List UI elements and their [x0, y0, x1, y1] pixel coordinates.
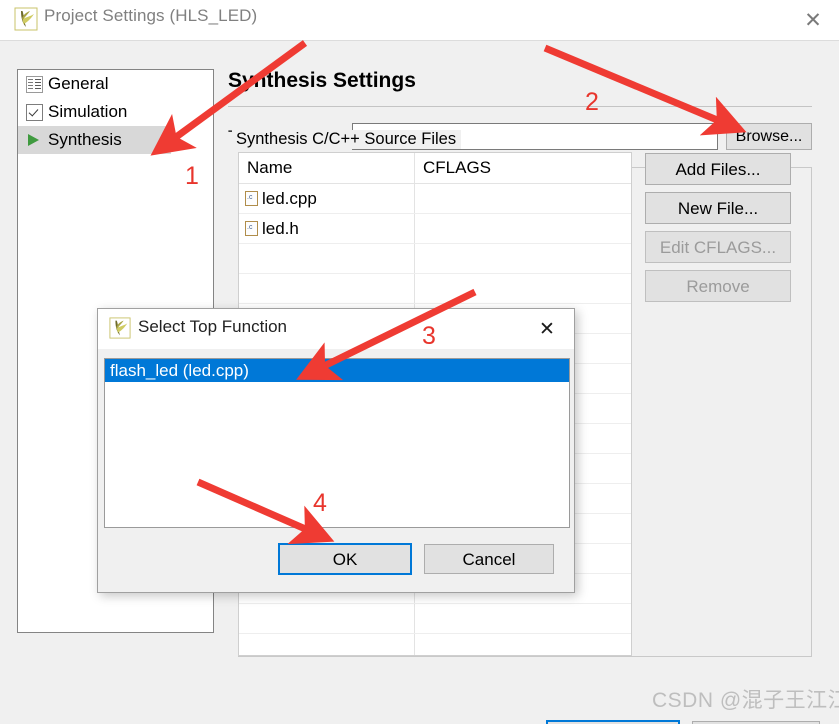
dialog-cancel-button[interactable]: Cancel — [424, 544, 554, 574]
file-name-text: led.h — [262, 219, 299, 238]
close-icon[interactable]: ✕ — [534, 317, 560, 341]
annotation-number-3: 3 — [422, 322, 436, 350]
cell-cflags — [415, 184, 631, 213]
properties-list-icon — [26, 75, 43, 93]
annotation-number-4: 4 — [313, 489, 327, 517]
remove-button[interactable]: Remove — [645, 270, 791, 302]
close-icon[interactable]: ✕ — [797, 6, 829, 34]
cell-name — [239, 274, 415, 303]
cell-cflags — [415, 604, 631, 633]
list-item[interactable]: flash_led (led.cpp) — [105, 359, 569, 382]
ok-button[interactable]: OK — [546, 720, 680, 724]
sidebar-item-label: Synthesis — [48, 130, 122, 149]
sidebar-item-label: General — [48, 74, 109, 93]
dialog-titlebar: Select Top Function ✕ — [98, 309, 574, 349]
title-divider — [228, 106, 812, 107]
top-function-list[interactable]: flash_led (led.cpp) — [104, 358, 570, 528]
file-name-text: led.cpp — [262, 189, 317, 208]
table-row-empty[interactable] — [239, 634, 631, 655]
dialog-ok-button[interactable]: OK — [278, 543, 412, 575]
cell-cflags — [415, 634, 631, 655]
column-header-name: Name — [239, 153, 415, 183]
cell-cflags — [415, 214, 631, 243]
sidebar-item-general[interactable]: General — [18, 70, 213, 98]
page-title: Synthesis Settings — [228, 69, 416, 92]
cell-name: led.cpp — [239, 184, 415, 213]
project-settings-window: Project Settings (HLS_LED) ✕ General Sim… — [0, 0, 839, 724]
window-title: Project Settings (HLS_LED) — [44, 6, 258, 25]
browse-button[interactable]: Browse... — [726, 123, 812, 150]
table-header-row: Name CFLAGS — [239, 153, 631, 184]
table-row[interactable]: led.cpp — [239, 184, 631, 214]
annotation-number-2: 2 — [585, 88, 599, 116]
add-files-button[interactable]: Add Files... — [645, 153, 791, 185]
new-file-button[interactable]: New File... — [645, 192, 791, 224]
cell-cflags — [415, 274, 631, 303]
annotation-number-1: 1 — [185, 162, 199, 190]
table-row-empty[interactable] — [239, 604, 631, 634]
window-titlebar: Project Settings (HLS_LED) ✕ — [0, 0, 839, 40]
source-files-legend: Synthesis C/C++ Source Files — [232, 130, 462, 149]
select-top-function-dialog: Select Top Function ✕ flash_led (led.cpp… — [97, 308, 575, 593]
cell-cflags — [415, 244, 631, 273]
dialog-title: Select Top Function — [138, 317, 287, 336]
cell-name — [239, 244, 415, 273]
file-actions-group: Add Files... New File... Edit CFLAGS... … — [645, 153, 791, 309]
cell-name — [239, 634, 415, 655]
edit-cflags-button[interactable]: Edit CFLAGS... — [645, 231, 791, 263]
c-file-icon — [245, 221, 258, 236]
table-row[interactable]: led.h — [239, 214, 631, 244]
vivado-hls-leaf-icon — [109, 317, 131, 339]
c-file-icon — [245, 191, 258, 206]
green-play-icon — [26, 132, 43, 149]
cell-name: led.h — [239, 214, 415, 243]
column-header-cflags: CFLAGS — [423, 158, 492, 177]
sidebar-item-synthesis[interactable]: Synthesis — [18, 126, 171, 154]
cell-name — [239, 604, 415, 633]
sidebar-item-simulation[interactable]: Simulation — [18, 98, 213, 126]
checkbox-icon — [26, 103, 43, 121]
table-row-empty[interactable] — [239, 244, 631, 274]
vivado-hls-leaf-icon — [14, 7, 38, 31]
table-row-empty[interactable] — [239, 274, 631, 304]
sidebar-item-label: Simulation — [48, 102, 128, 121]
